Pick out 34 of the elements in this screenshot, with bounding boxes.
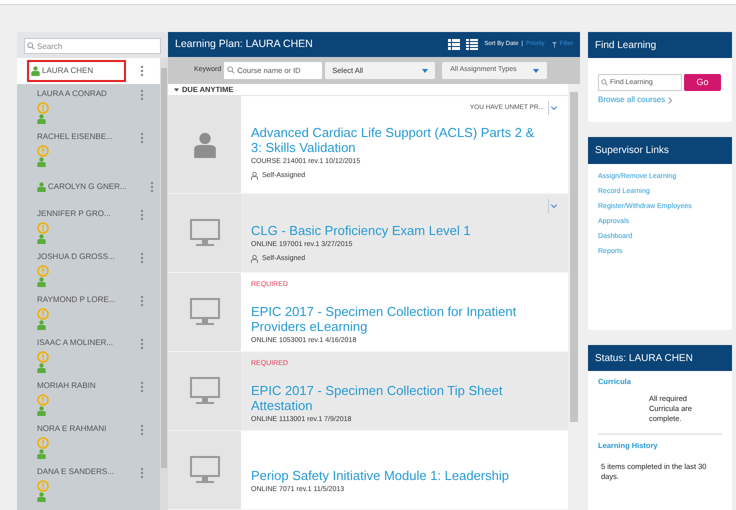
go-button[interactable]: Go [684, 74, 721, 91]
employee-item[interactable]: CAROLYN G GNER... [17, 170, 160, 204]
employee-item[interactable]: RAYMOND P LORE... [17, 290, 160, 333]
search-field[interactable]: Search [24, 38, 161, 54]
course-title[interactable]: Periop Safety Initiative Module 1: Leadership [251, 468, 541, 484]
employee-item[interactable]: DANA E SANDERS... [17, 462, 160, 505]
employee-name: JOSHUA D GROSS... [37, 251, 115, 263]
employee-item[interactable]: LAURA A CONRAD [17, 84, 160, 127]
employee-name: JENNIFER P GRO... [37, 208, 111, 220]
plan-title: Learning Plan: LAURA CHEN [175, 36, 313, 52]
panel-title: Status: LAURA CHEN [588, 345, 732, 371]
employee-item[interactable]: NORA E RAHMANI [17, 419, 160, 462]
employee-name: RACHEL EISENBE... [37, 131, 113, 143]
employee-name: ISAAC A MOLINER... [37, 337, 114, 349]
employee-item[interactable]: LAURA CHEN [17, 58, 160, 84]
employee-item[interactable]: MORIAH RABIN [17, 376, 160, 419]
employee-name: RAYMOND P LORE... [37, 294, 116, 306]
employee-item[interactable]: RACHEL EISENBE... [17, 127, 160, 170]
employee-name: MORIAH RABIN [37, 380, 96, 392]
course-title[interactable]: CLG - Basic Proficiency Exam Level 1 [251, 223, 541, 238]
panel-title: Supervisor Links [588, 137, 732, 164]
employee-name: NORA E RAHMANI [37, 423, 106, 435]
course-title[interactable]: EPIC 2017 - Specimen Collection for Inpatient Providers eLearning [251, 304, 541, 334]
employee-item[interactable]: JOSHUA D GROSS... [17, 247, 160, 290]
employee-item[interactable]: ISAAC A MOLINER... [17, 333, 160, 376]
employee-name: LAURA CHEN [42, 65, 94, 77]
employee-name: DANA E SANDERS... [37, 466, 114, 478]
panel-title: Find Learning [588, 32, 732, 58]
course-title[interactable]: Advanced Cardiac Life Support (ACLS) Parts 2 & 3: Skills Validation [251, 125, 541, 156]
employee-item[interactable]: JENNIFER P GRO... [17, 204, 160, 247]
course-title[interactable]: EPIC 2017 - Specimen Collection Tip Sheet Attestation [251, 382, 541, 413]
employee-name: LAURA A CONRAD [37, 88, 107, 100]
employee-name: CAROLYN G GNER... [48, 181, 127, 193]
browse-courses-link[interactable]: Browse all courses [598, 94, 666, 106]
